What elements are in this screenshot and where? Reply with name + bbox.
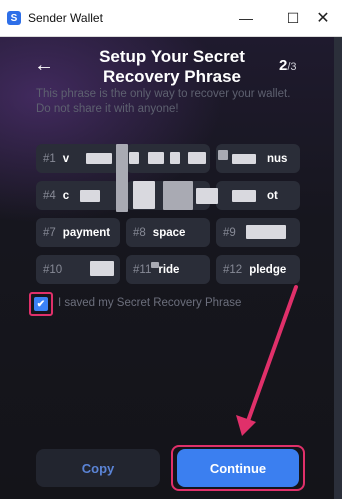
redaction-block <box>148 152 164 164</box>
minimize-icon[interactable]: — <box>227 0 265 36</box>
word-number: #10 <box>43 263 63 276</box>
redaction-block <box>90 261 114 276</box>
redaction-block <box>232 190 256 202</box>
word-text: payment <box>62 226 111 239</box>
phrase-word-6: ot <box>216 181 300 210</box>
redaction-block <box>116 144 128 212</box>
word-number: #7 <box>43 226 56 239</box>
phrase-word-11: #11 ride <box>126 255 210 284</box>
saved-phrase-label[interactable]: I saved my Secret Recovery Phrase <box>58 297 241 309</box>
sender-wallet-logo-icon: S <box>7 11 21 25</box>
phrase-word-7: #7 payment <box>36 218 120 247</box>
phrase-word-12: #12 pledge <box>216 255 300 284</box>
word-text: nus <box>267 152 288 165</box>
redaction-block <box>163 181 193 210</box>
word-number: #12 <box>223 263 243 276</box>
word-text: v <box>62 152 70 165</box>
word-text: space <box>152 226 186 239</box>
redaction-block <box>232 154 256 164</box>
redaction-block <box>129 152 139 164</box>
scrollbar-track[interactable] <box>334 37 342 499</box>
word-text: pledge <box>249 263 287 276</box>
step-total: /3 <box>287 61 297 73</box>
redaction-block <box>188 152 206 164</box>
redaction-block <box>170 152 180 164</box>
word-text: c <box>62 189 70 202</box>
saved-phrase-checkbox[interactable]: ✔ <box>34 297 48 311</box>
phrase-word-4: #4 c <box>36 181 120 210</box>
redaction-block <box>246 225 286 239</box>
redaction-block <box>80 190 100 202</box>
redaction-block <box>196 188 218 204</box>
recovery-phrase-grid: #1 v nus #4 c ot #7 payment #8 space #9 … <box>36 144 300 285</box>
window-title: Sender Wallet <box>28 11 103 25</box>
redaction-block <box>86 153 112 164</box>
word-number: #8 <box>133 226 146 239</box>
redaction-block <box>133 181 155 209</box>
redaction-block <box>218 150 228 160</box>
back-arrow-icon[interactable]: ← <box>34 55 54 75</box>
redaction-block <box>151 262 159 268</box>
close-icon[interactable]: ✕ <box>304 0 342 36</box>
phrase-word-8: #8 space <box>126 218 210 247</box>
warning-text: This phrase is the only way to recover y… <box>36 88 291 115</box>
page-title: Setup Your Secret Recovery Phrase <box>99 47 245 86</box>
word-text: ot <box>267 189 278 202</box>
word-number: #4 <box>43 189 56 202</box>
copy-button[interactable]: Copy <box>36 449 160 487</box>
word-number: #1 <box>43 152 56 165</box>
recovery-phrase-screen: ← Setup Your Secret Recovery Phrase 2/3 … <box>0 37 342 499</box>
word-number: #11 <box>133 263 152 276</box>
phrase-word-3: nus <box>216 144 300 173</box>
continue-button[interactable]: Continue <box>177 449 299 487</box>
window-titlebar: S Sender Wallet — ☐ ✕ <box>0 0 342 37</box>
word-number: #9 <box>223 226 236 239</box>
step-indicator: 2/3 <box>279 57 297 74</box>
word-text: ride <box>158 263 180 276</box>
